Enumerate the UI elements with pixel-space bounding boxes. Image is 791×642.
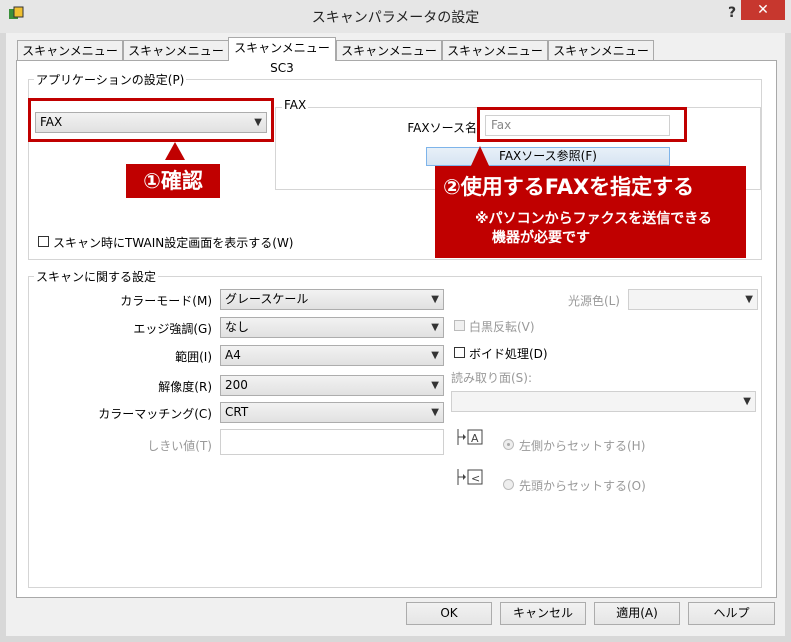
radio-set-left[interactable] (503, 439, 514, 450)
color-matching-combo[interactable]: CRT ▼ (220, 402, 444, 423)
highlight-box-app (28, 98, 274, 142)
radio-set-left-label: 左側からセットする(H) (519, 439, 646, 453)
chevron-down-icon: ▼ (431, 350, 439, 361)
svg-text:<: < (471, 472, 480, 485)
color-matching-value: CRT (225, 405, 249, 419)
ok-button[interactable]: OK (406, 602, 492, 625)
threshold-field[interactable] (220, 429, 444, 455)
scan-settings-group-label: スキャンに関する設定 (34, 268, 159, 285)
read-side-combo[interactable]: ▼ (451, 391, 756, 412)
tab-sc4[interactable]: スキャンメニューSC4 (336, 40, 442, 78)
threshold-label: しきい値(T) (147, 439, 212, 453)
tab-sc5[interactable]: スキャンメニューSC5 (442, 40, 548, 78)
set-left-icon: A (456, 427, 484, 450)
set-top-icon: < (456, 467, 484, 490)
invert-label: 白黒反転(V) (469, 320, 535, 334)
chevron-down-icon: ▼ (431, 407, 439, 418)
edge-value: なし (225, 320, 250, 334)
range-value: A4 (225, 348, 241, 362)
annotation-step1: ①確認 (126, 164, 220, 198)
annotation-note-1: ※パソコンからファクスを送信できる (475, 211, 712, 227)
void-label: ボイド処理(D) (469, 347, 548, 361)
fax-browse-button[interactable]: FAXソース参照(F) (426, 147, 670, 166)
twain-checkbox-label: スキャン時にTWAIN設定画面を表示する(W) (53, 236, 294, 250)
resolution-label: 解像度(R) (158, 380, 212, 394)
chevron-down-icon: ▼ (745, 294, 753, 305)
edge-combo[interactable]: なし ▼ (220, 317, 444, 338)
chevron-down-icon: ▼ (431, 294, 439, 305)
highlight-box-fax (477, 107, 687, 142)
color-mode-combo[interactable]: グレースケール ▼ (220, 289, 444, 310)
tab-sc1[interactable]: スキャンメニューSC1 (17, 40, 123, 78)
twain-checkbox[interactable] (38, 236, 49, 247)
light-color-label: 光源色(L) (567, 294, 620, 308)
apply-button[interactable]: 適用(A) (594, 602, 680, 625)
color-matching-label: カラーマッチング(C) (98, 407, 212, 421)
close-button[interactable]: ✕ (741, 0, 785, 20)
resolution-combo[interactable]: 200 ▼ (220, 375, 444, 396)
tab-sc2[interactable]: スキャンメニューSC2 (123, 40, 229, 78)
annotation-note-2: 機器が必要です (492, 230, 590, 246)
application-group-label: アプリケーションの設定(P) (34, 71, 187, 88)
annotation-step2: ②使用するFAXを指定する (443, 175, 695, 199)
range-label: 範囲(I) (175, 350, 212, 364)
chevron-down-icon: ▼ (431, 322, 439, 333)
radio-set-top[interactable] (503, 479, 514, 490)
help-icon[interactable]: ? (728, 5, 742, 21)
chevron-down-icon: ▼ (743, 396, 751, 407)
svg-text:A: A (471, 432, 479, 445)
light-color-combo[interactable]: ▼ (628, 289, 758, 310)
window-title: スキャンパラメータの設定 (311, 10, 480, 26)
fax-source-label: FAXソース名 (407, 121, 477, 135)
color-mode-value: グレースケール (225, 292, 309, 306)
range-combo[interactable]: A4 ▼ (220, 345, 444, 366)
chevron-down-icon: ▼ (431, 380, 439, 391)
invert-checkbox[interactable] (454, 320, 465, 331)
edge-label: エッジ強調(G) (133, 322, 212, 336)
read-side-label: 読み取り面(S): (451, 371, 533, 385)
callout-pointer-1 (165, 142, 185, 160)
cancel-button[interactable]: キャンセル (500, 602, 586, 625)
radio-set-top-label: 先頭からセットする(O) (519, 479, 646, 493)
help-button[interactable]: ヘルプ (688, 602, 775, 625)
color-mode-label: カラーモード(M) (120, 294, 212, 308)
tab-sc6[interactable]: スキャンメニューSC6 (548, 40, 654, 78)
resolution-value: 200 (225, 378, 248, 392)
void-checkbox[interactable] (454, 347, 465, 358)
fax-group-label: FAX (282, 98, 309, 112)
tab-sc3[interactable]: スキャンメニューSC3 (228, 37, 336, 75)
callout-pointer-2 (470, 146, 490, 168)
